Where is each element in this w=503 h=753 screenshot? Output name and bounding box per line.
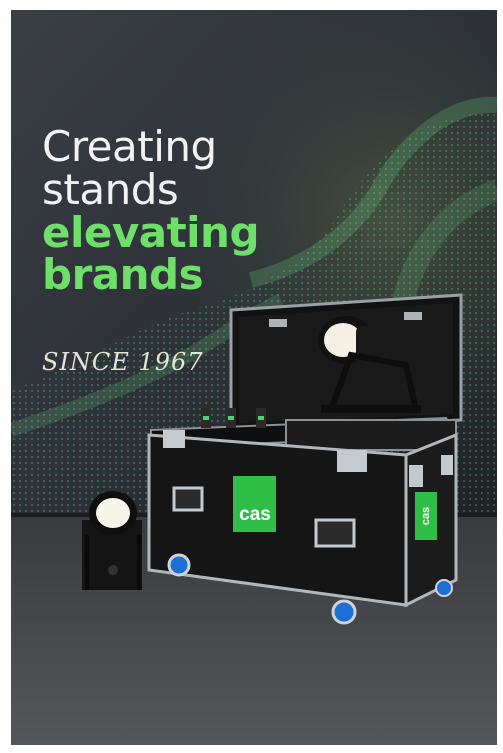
scene-illustration	[11, 10, 497, 745]
case-side-logo-text: cas	[419, 506, 432, 526]
case-logo-text: cas	[239, 504, 271, 525]
headline-line-1: Creating	[42, 122, 217, 171]
headline: Creating stands elevating brands	[42, 122, 260, 300]
case-side-logo: cas	[415, 493, 437, 539]
tagline-since: SINCE 1967	[42, 348, 204, 376]
product-photo	[11, 10, 497, 745]
headline-line-4: brands	[42, 250, 204, 300]
headline-line-2: stands	[42, 164, 179, 214]
floor-spotlight	[82, 491, 142, 590]
headline-line-3: elevating	[42, 207, 260, 257]
